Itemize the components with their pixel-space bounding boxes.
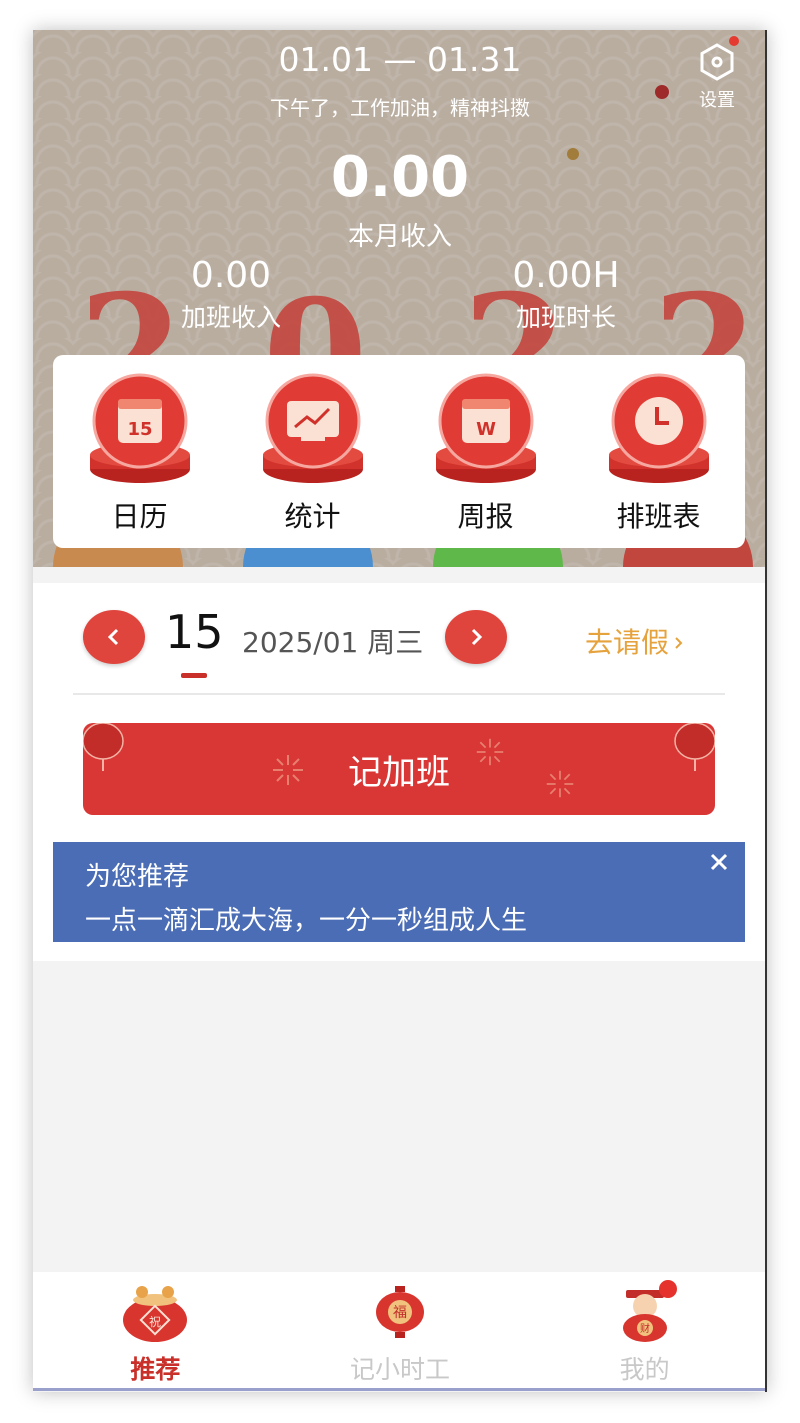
notification-dot [729, 36, 739, 46]
lantern-decor-icon [83, 723, 124, 771]
quick-action-label: 统计 [284, 500, 341, 533]
tab-hourly-work[interactable]: 福 记小时工 [278, 1272, 523, 1390]
overtime-hours-label: 加班时长 [515, 303, 616, 332]
recommend-title: 为您推荐 [85, 862, 190, 892]
recommend-banner[interactable]: 为您推荐 一点一滴汇成大海，一分一秒组成人生 [53, 842, 745, 942]
blessing-glyph: 祝 [149, 1315, 161, 1329]
lantern-decor-icon [674, 723, 715, 771]
weekly-report-icon: W [435, 373, 536, 483]
clock-icon [608, 373, 709, 483]
quick-action-label: 日历 [111, 500, 168, 533]
request-leave-label: 去请假 [585, 626, 670, 659]
fortune-glyph: 财 [640, 1322, 650, 1335]
quick-action-calendar[interactable]: 15 日历 [53, 355, 226, 548]
settings-label: 设置 [699, 90, 735, 111]
record-section: 15 2025/01 周三 去请假 记加班 为您推荐 一点一滴汇成大海，一分一秒… [33, 583, 765, 961]
lantern-glyph: 福 [393, 1305, 407, 1321]
overtime-income-stat[interactable]: 0.00 加班收入 [131, 255, 331, 334]
settings-hexagon-icon [697, 36, 739, 82]
quick-action-label: 排班表 [616, 500, 701, 533]
selected-day: 15 [165, 605, 224, 659]
chevron-left-icon [107, 628, 119, 646]
monthly-income-value: 0.00 [330, 145, 470, 210]
divider [73, 693, 725, 695]
quick-action-statistics[interactable]: 统计 [226, 355, 399, 548]
chevron-right-small-icon [675, 637, 683, 649]
tab-recommend[interactable]: 祝 推荐 [33, 1272, 278, 1390]
chevron-right-icon [471, 628, 483, 646]
record-overtime-label: 记加班 [348, 752, 450, 793]
record-overtime-button[interactable]: 记加班 [83, 723, 715, 815]
overtime-hours-value: 0.00H [512, 255, 620, 296]
app-screen: 2 0 2 2 01.01 — 01.31 下午了，工作加油，精神抖擞 设置 0… [33, 30, 767, 1392]
weekly-icon-glyph: W [476, 419, 496, 440]
tab-mine-label: 我的 [619, 1355, 670, 1384]
quick-action-label: 周报 [457, 500, 514, 533]
quick-actions-card: 15 日历 统计 W 周报 排班表 [53, 355, 745, 548]
header-panel: 2 0 2 2 01.01 — 01.31 下午了，工作加油，精神抖擞 设置 0… [33, 30, 765, 567]
settings-button[interactable]: 设置 [691, 36, 743, 112]
overtime-income-value: 0.00 [190, 255, 272, 296]
date-range[interactable]: 01.01 — 01.31 [33, 40, 765, 79]
chart-icon [262, 373, 363, 483]
selected-date-text[interactable]: 2025/01 周三 [242, 621, 423, 661]
recommend-text: 一点一滴汇成大海，一分一秒组成人生 [85, 906, 528, 936]
bottom-edge-line [33, 1388, 765, 1391]
tab-mine[interactable]: 财 我的 [522, 1272, 765, 1390]
quick-action-weekly-report[interactable]: W 周报 [399, 355, 572, 548]
prev-day-button[interactable] [83, 610, 145, 664]
firework-decor-icon [546, 770, 574, 798]
calendar-icon-glyph: 15 [127, 419, 152, 440]
request-leave-link[interactable]: 去请假 [585, 621, 685, 661]
calendar-icon: 15 [89, 373, 190, 483]
next-day-button[interactable] [445, 610, 507, 664]
monthly-income-label: 本月收入 [347, 222, 452, 252]
day-underline [181, 673, 207, 678]
close-icon[interactable] [709, 852, 729, 872]
overtime-income-label: 加班收入 [180, 303, 281, 332]
firework-decor-icon [476, 738, 504, 766]
bottom-navigation: 祝 推荐 福 记小时工 财 我的 [33, 1272, 765, 1390]
firework-decor-icon [273, 755, 303, 785]
tab-recommend-label: 推荐 [130, 1355, 181, 1384]
greeting-text: 下午了，工作加油，精神抖擞 [270, 96, 530, 120]
tab-hourly-work-label: 记小时工 [350, 1355, 451, 1384]
overtime-hours-stat[interactable]: 0.00H 加班时长 [466, 255, 666, 334]
lantern-icon: 福 [376, 1286, 424, 1338]
quick-action-schedule[interactable]: 排班表 [572, 355, 745, 548]
blessing-pot-icon: 祝 [123, 1286, 188, 1342]
